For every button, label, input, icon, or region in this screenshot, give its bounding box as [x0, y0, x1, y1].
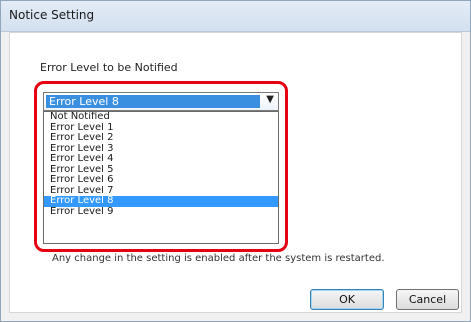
chevron-down-icon[interactable]: ▼ [266, 94, 274, 105]
error-level-options-list[interactable]: Not Notified Error Level 1 Error Level 2 Er… [43, 111, 279, 244]
dropdown-option[interactable]: Error Level 3 [44, 144, 278, 155]
error-level-label: Error Level to be Notified [40, 61, 178, 74]
restart-notice-text: Any change in the setting is enabled aft… [52, 253, 385, 264]
dropdown-selected-value: Error Level 8 [49, 95, 119, 108]
dropdown-option[interactable]: Error Level 4 [44, 154, 278, 165]
dropdown-option[interactable]: Error Level 8 [44, 196, 278, 207]
error-level-dropdown[interactable]: Error Level 8 ▼ [43, 92, 279, 111]
title-bar[interactable]: Notice Setting [1, 1, 470, 32]
dropdown-option[interactable]: Error Level 9 [44, 207, 278, 218]
dropdown-option[interactable]: Error Level 5 [44, 165, 278, 176]
dropdown-option[interactable]: Error Level 7 [44, 186, 278, 197]
cancel-button[interactable]: Cancel [396, 289, 459, 310]
dropdown-option[interactable]: Error Level 2 [44, 133, 278, 144]
ok-button[interactable]: OK [310, 289, 384, 310]
dropdown-option[interactable]: Not Notified [44, 112, 278, 123]
dropdown-option[interactable]: Error Level 6 [44, 175, 278, 186]
window-title: Notice Setting [9, 8, 95, 22]
dropdown-option[interactable]: Error Level 1 [44, 123, 278, 134]
